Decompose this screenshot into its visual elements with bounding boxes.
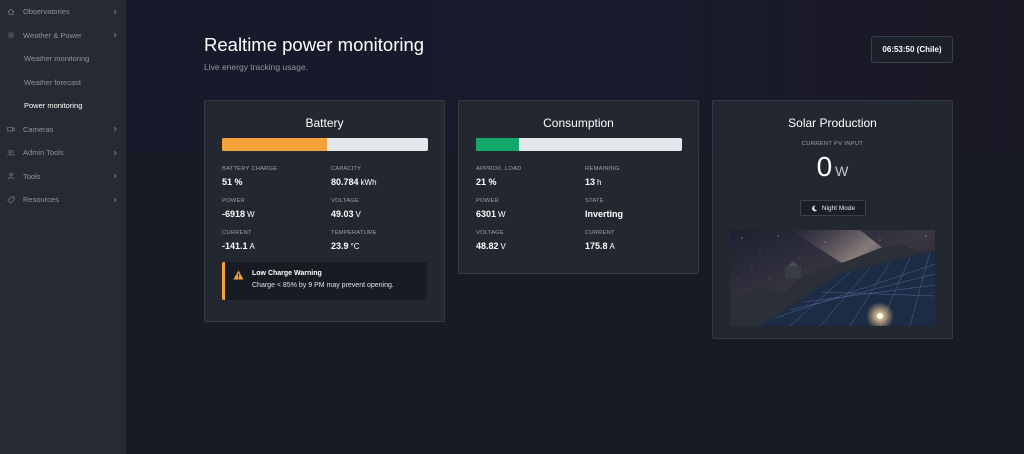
- sun-icon: [6, 31, 15, 40]
- sidebar-item-tools[interactable]: Tools: [0, 165, 126, 189]
- user-icon: [6, 172, 15, 181]
- stat-value: -141.1 A: [222, 241, 255, 251]
- stat-label: VOLTAGE: [476, 230, 504, 236]
- stat-voltage: VOLTAGE 49.03 V: [331, 198, 431, 219]
- stat-power: POWER 6301 W: [476, 198, 576, 219]
- card-title: Battery: [305, 116, 344, 130]
- sidebar: Observatories Weather & Power Weather mo…: [0, 0, 127, 454]
- stat-approx-load: APPROX. LOAD 21 %: [476, 166, 576, 187]
- night-mode-button[interactable]: Night Mode: [800, 200, 866, 216]
- stat-value: 49.03 V: [331, 209, 361, 219]
- tag-icon: [6, 195, 15, 204]
- stat-power: POWER -6918 W: [222, 198, 322, 219]
- stat-label: VOLTAGE: [331, 198, 359, 204]
- stat-remaining: REMAINING 13 h: [585, 166, 685, 187]
- stat-current: CURRENT 175.8 A: [585, 230, 685, 251]
- users-icon: [6, 148, 15, 157]
- sidebar-item-cameras[interactable]: Cameras: [0, 118, 126, 142]
- stat-value: 6301 W: [476, 209, 506, 219]
- stat-label: BATTERY CHARGE: [222, 166, 278, 172]
- stat-value: Inverting: [585, 209, 624, 219]
- battery-card: Battery BATTERY CHARGE 51 % CAPACITY 80.…: [204, 100, 445, 322]
- stat-voltage: VOLTAGE 48.82 V: [476, 230, 576, 251]
- sidebar-item-label: Weather forecast: [24, 77, 81, 87]
- clock-badge: 06:53:50 (Chile): [871, 36, 953, 63]
- consumption-card: Consumption APPROX. LOAD 21 % REMAINING …: [458, 100, 699, 274]
- sidebar-item-label: Weather & Power: [23, 30, 82, 40]
- sidebar-item-label: Admin Tools: [23, 148, 64, 158]
- sidebar-item-label: Observatories: [23, 7, 70, 17]
- stat-value: 175.8 A: [585, 241, 615, 251]
- sidebar-item-label: Tools: [23, 171, 41, 181]
- stat-label: CURRENT: [585, 230, 615, 236]
- stat-value: 23.9 °C: [331, 241, 360, 251]
- stat-value: 21 %: [476, 177, 497, 187]
- sidebar-item-resources[interactable]: Resources: [0, 188, 126, 212]
- battery-charge-bar: [222, 138, 428, 151]
- moon-icon: [811, 205, 818, 211]
- main-content: Realtime power monitoring Live energy tr…: [128, 0, 1024, 454]
- consumption-load-bar: [476, 138, 682, 151]
- sidebar-item-label: Cameras: [23, 124, 54, 134]
- stat-capacity: CAPACITY 80.784 kWh: [331, 166, 431, 187]
- solar-production-card: Solar Production CURRENT PV INPUT 0W Nig…: [712, 100, 953, 339]
- chevron-right-icon: [113, 126, 117, 132]
- sidebar-item-weather-forecast[interactable]: Weather forecast: [0, 71, 126, 95]
- sidebar-item-admin-tools[interactable]: Admin Tools: [0, 141, 126, 165]
- stat-label: CURRENT: [222, 230, 252, 236]
- stat-temperature: TEMPERATURE 23.9 °C: [331, 230, 431, 251]
- chevron-right-icon: [113, 150, 117, 156]
- card-title: Solar Production: [788, 116, 877, 130]
- chevron-right-icon: [113, 32, 117, 38]
- page-subtitle: Live energy tracking usage.: [204, 62, 308, 72]
- stat-value: -6918 W: [222, 209, 255, 219]
- sidebar-item-observatories[interactable]: Observatories: [0, 0, 126, 24]
- stat-label: STATE: [585, 198, 604, 204]
- page-title: Realtime power monitoring: [204, 34, 425, 55]
- sidebar-item-label: Resources: [23, 195, 59, 205]
- chevron-right-icon: [113, 9, 117, 15]
- consumption-load-fill: [476, 138, 520, 151]
- night-mode-label: Night Mode: [821, 204, 856, 212]
- chevron-right-icon: [113, 197, 117, 203]
- stat-value: 80.784 kWh: [331, 177, 377, 187]
- sidebar-item-label: Weather monitoring: [24, 54, 90, 64]
- battery-charge-fill: [222, 138, 328, 151]
- low-charge-warning: Low Charge Warning Charge < 85% by 9 PM …: [222, 262, 427, 300]
- sidebar-item-weather-monitoring[interactable]: Weather monitoring: [0, 47, 126, 71]
- stat-label: APPROX. LOAD: [476, 166, 522, 172]
- pv-input-value: 0W: [816, 151, 849, 182]
- warning-title: Low Charge Warning: [252, 270, 322, 277]
- card-title: Consumption: [543, 116, 614, 130]
- pv-input-label: CURRENT PV INPUT: [801, 141, 864, 147]
- stat-value: 51 %: [222, 177, 243, 187]
- stat-label: POWER: [222, 198, 245, 204]
- stat-battery-charge: BATTERY CHARGE 51 %: [222, 166, 322, 187]
- camera-icon: [6, 125, 15, 134]
- warning-message: Charge < 85% by 9 PM may prevent opening…: [252, 282, 394, 289]
- sidebar-item-label: Power monitoring: [24, 101, 83, 111]
- stat-label: CAPACITY: [331, 166, 362, 172]
- stat-state: STATE Inverting: [585, 198, 685, 219]
- stat-value: 13 h: [585, 177, 602, 187]
- stat-current: CURRENT -141.1 A: [222, 230, 322, 251]
- home-icon: [6, 7, 15, 16]
- sidebar-item-weather-power[interactable]: Weather & Power: [0, 24, 126, 48]
- stat-value: 48.82 V: [476, 241, 506, 251]
- solar-panels-photo: [730, 230, 935, 326]
- warning-icon: [233, 270, 244, 280]
- chevron-right-icon: [113, 173, 117, 179]
- stat-label: POWER: [476, 198, 499, 204]
- stat-label: REMAINING: [585, 166, 620, 172]
- stat-label: TEMPERATURE: [331, 230, 377, 236]
- sidebar-item-power-monitoring[interactable]: Power monitoring: [0, 94, 126, 118]
